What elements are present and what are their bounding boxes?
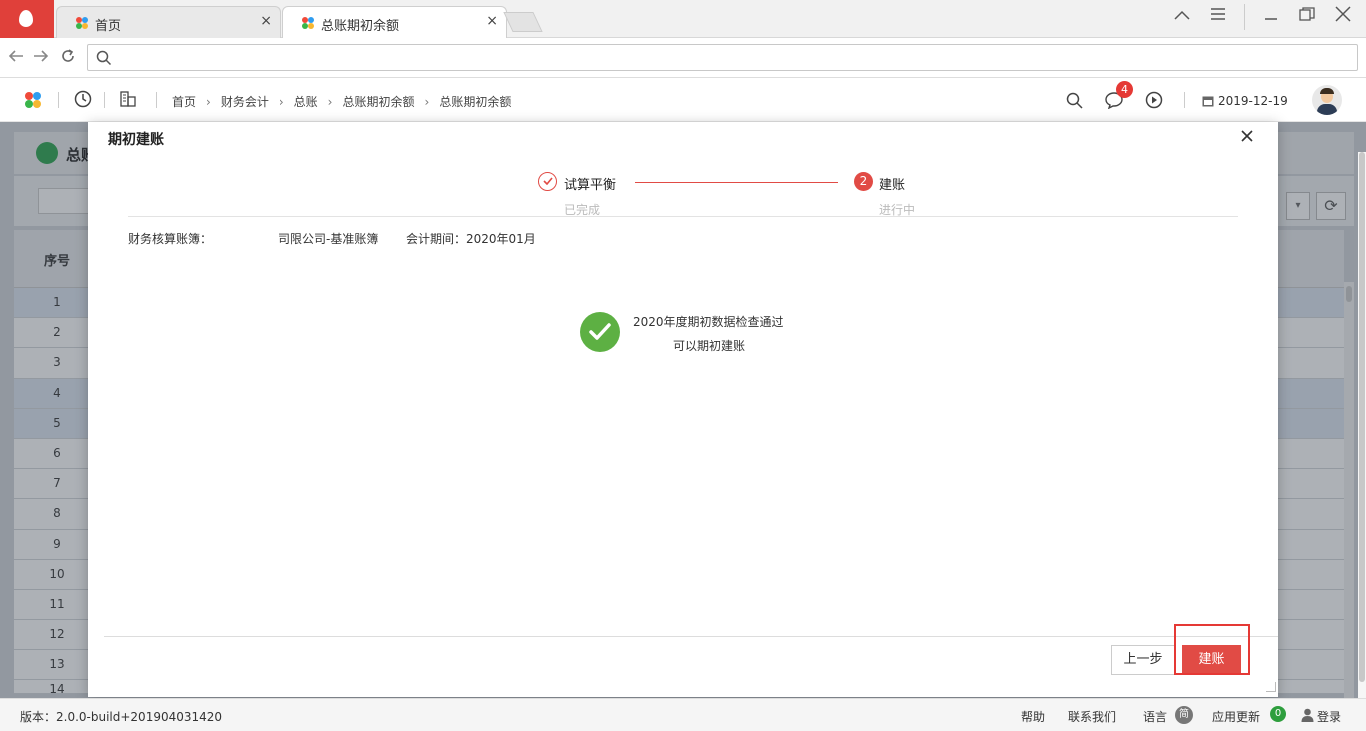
url-input[interactable] xyxy=(87,44,1358,71)
breadcrumb-item[interactable]: 首页 xyxy=(172,95,196,109)
header-divider xyxy=(1184,92,1185,108)
user-icon xyxy=(1301,708,1314,722)
search-icon[interactable] xyxy=(1066,92,1083,109)
step-trial-balance-label: 试算平衡 xyxy=(564,178,617,193)
breadcrumb: 首页 › 财务会计 › 总账 › 总账期初余额 › 总账期初余额 xyxy=(172,93,511,110)
step-build-label: 建账 xyxy=(879,178,906,193)
header-divider xyxy=(104,92,105,108)
page-scrollbar[interactable] xyxy=(1358,152,1366,698)
menu-icon[interactable] xyxy=(1210,6,1226,25)
previous-step-button[interactable]: 上一步 xyxy=(1111,645,1175,675)
window-control-divider xyxy=(1244,4,1245,30)
forward-icon[interactable] xyxy=(33,48,49,68)
footer-divider xyxy=(104,636,1278,637)
language-link[interactable]: 语言 xyxy=(1143,708,1167,725)
app-header: 首页 › 财务会计 › 总账 › 总账期初余额 › 总账期初余额 4 2019-12-19 xyxy=(0,78,1366,122)
accounting-period: 会计期间：2020年01月 xyxy=(406,232,536,246)
contact-link[interactable]: 联系我们 xyxy=(1068,708,1116,725)
login-link[interactable]: 登录 xyxy=(1317,708,1341,725)
tab-gl-label: 总账期初余额 xyxy=(321,19,400,34)
success-check-icon xyxy=(580,312,620,352)
history-clock-icon[interactable] xyxy=(74,90,92,108)
tab-home-label: 首页 xyxy=(95,19,122,34)
close-icon[interactable]: × xyxy=(260,13,272,29)
app-petal-icon xyxy=(302,17,314,29)
step-number-badge: 2 xyxy=(854,172,873,191)
search-icon xyxy=(96,50,112,66)
play-icon[interactable] xyxy=(1145,91,1163,109)
update-count-badge: 0 xyxy=(1270,706,1286,722)
app-update-link[interactable]: 应用更新 xyxy=(1212,708,1260,725)
header-divider xyxy=(58,92,59,108)
check-result-hint: 可以期初建账 xyxy=(673,339,746,353)
back-icon[interactable] xyxy=(8,48,24,68)
browser-logo[interactable] xyxy=(0,0,54,38)
app-logo-icon[interactable] xyxy=(24,91,42,109)
restore-icon[interactable] xyxy=(1299,6,1315,25)
check-circle-icon xyxy=(538,172,557,191)
highlight-box xyxy=(1174,624,1250,675)
check-result-message: 2020年度期初数据检查通过 xyxy=(633,315,784,329)
help-link[interactable]: 帮助 xyxy=(1021,708,1045,725)
resize-handle[interactable] xyxy=(1266,682,1276,692)
divider xyxy=(128,216,1238,217)
calendar-icon xyxy=(1202,96,1214,107)
tab-gl-opening-balance[interactable]: 总账期初余额 × xyxy=(282,6,507,38)
chevron-right-icon: › xyxy=(278,95,284,109)
organization-icon[interactable] xyxy=(120,91,136,107)
dialog-title: 期初建账 xyxy=(108,132,164,148)
status-bar: 版本：2.0.0-build+201904031420 帮助 联系我们 语言 简… xyxy=(0,698,1366,731)
version-text: 版本：2.0.0-build+201904031420 xyxy=(20,710,223,724)
app-petal-icon xyxy=(76,17,88,29)
browser-tab-bar: 首页 × 总账期初余额 × xyxy=(0,0,1366,38)
ledger-value: 司限公司-基准账簿 xyxy=(278,232,379,246)
breadcrumb-item[interactable]: 财务会计 xyxy=(221,95,269,109)
close-icon[interactable]: × xyxy=(486,13,498,29)
breadcrumb-item[interactable]: 总账期初余额 xyxy=(342,95,414,109)
close-icon[interactable] xyxy=(1241,125,1253,147)
drop-logo-icon xyxy=(19,10,33,27)
window-close-icon[interactable] xyxy=(1335,6,1351,26)
message-count-badge: 4 xyxy=(1116,81,1133,98)
minimize-icon[interactable] xyxy=(1264,6,1278,25)
address-bar xyxy=(0,38,1366,78)
chevron-right-icon: › xyxy=(327,95,333,109)
step-connector xyxy=(635,182,838,183)
breadcrumb-item[interactable]: 总账 xyxy=(294,95,318,109)
reload-icon[interactable] xyxy=(60,48,76,69)
new-tab-button[interactable] xyxy=(503,12,543,32)
opening-setup-dialog: 期初建账 试算平衡 已完成 2 建账 进行中 财务核算账簿： 司限公司-基准账簿… xyxy=(88,122,1278,697)
collapse-icon[interactable] xyxy=(1174,6,1190,25)
user-avatar[interactable] xyxy=(1312,85,1342,115)
chevron-right-icon: › xyxy=(206,95,211,109)
chevron-right-icon: › xyxy=(424,95,430,109)
current-date: 2019-12-19 xyxy=(1218,94,1288,108)
breadcrumb-item[interactable]: 总账期初余额 xyxy=(439,95,511,109)
ledger-label: 财务核算账簿： xyxy=(128,232,213,246)
language-badge[interactable]: 简 xyxy=(1175,706,1193,724)
header-divider xyxy=(156,92,157,108)
tab-home[interactable]: 首页 × xyxy=(56,6,281,38)
